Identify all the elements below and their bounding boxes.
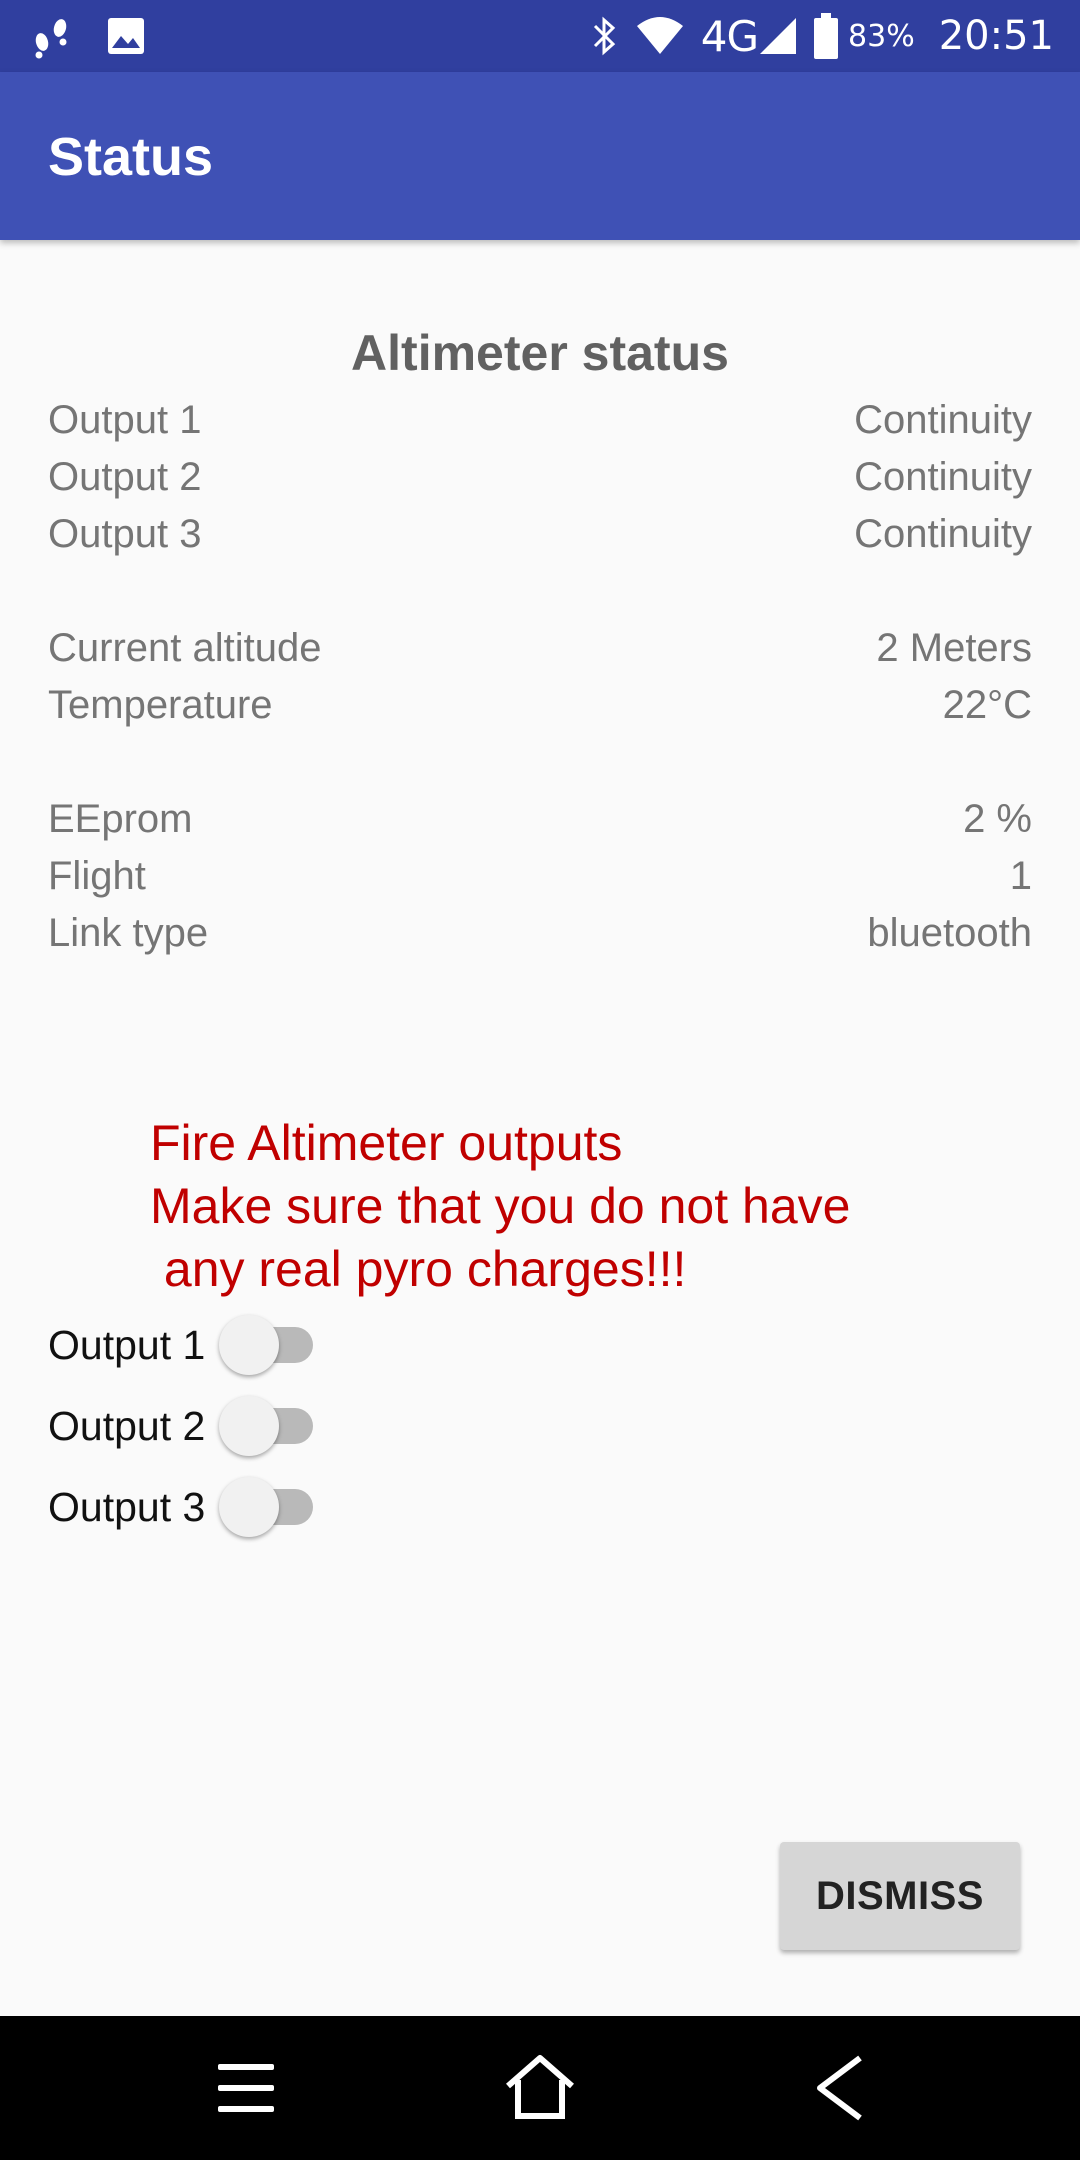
switch-label: Output 2 <box>48 1402 206 1449</box>
altimeter-status-heading: Altimeter status <box>351 325 729 381</box>
navigation-bar <box>0 2016 1080 2160</box>
warning-line: Make sure that you do not have <box>150 1178 851 1234</box>
status-row-output-1: Output 1 Continuity <box>48 398 1032 454</box>
switch-row-output-2: Output 2 <box>48 1394 319 1458</box>
row-value: bluetooth <box>867 911 1032 955</box>
home-icon[interactable] <box>500 2052 580 2124</box>
switch-thumb <box>219 1396 280 1456</box>
row-label: Output 2 <box>48 455 202 499</box>
battery-percent: 83% <box>848 18 915 54</box>
row-value: 2 % <box>963 797 1032 841</box>
page-title: Status <box>48 127 214 187</box>
switch-row-output-1: Output 1 <box>48 1313 319 1377</box>
status-row-temperature: Temperature 22°C <box>48 683 1032 739</box>
switch-label: Output 3 <box>48 1483 206 1530</box>
network-type: 4G <box>700 11 759 61</box>
status-row-eeprom: EEprom 2 % <box>48 797 1032 853</box>
menu-icon[interactable] <box>206 2052 286 2124</box>
image-icon <box>106 16 146 61</box>
switch-thumb <box>219 1477 280 1537</box>
row-label: Output 3 <box>48 512 202 556</box>
clock: 20:51 <box>938 13 1054 59</box>
dismiss-button[interactable]: DISMISS <box>780 1842 1020 1950</box>
row-value: Continuity <box>854 512 1032 556</box>
row-value: 1 <box>1009 854 1032 898</box>
switch-row-output-3: Output 3 <box>48 1475 319 1539</box>
wifi-icon <box>635 16 685 56</box>
row-label: Temperature <box>48 683 273 727</box>
row-label: Flight <box>48 854 146 898</box>
app-bar: Status <box>0 72 1080 240</box>
row-value: 2 Meters <box>876 626 1032 670</box>
status-row-output-2: Output 2 Continuity <box>48 455 1032 511</box>
status-row-output-3: Output 3 Continuity <box>48 512 1032 568</box>
output-2-switch[interactable] <box>219 1394 319 1458</box>
status-row-link-type: Link type bluetooth <box>48 911 1032 967</box>
warning-line: any real pyro charges!!! <box>150 1241 687 1297</box>
status-bar: 4G 83% 20:51 <box>0 0 1080 72</box>
battery-icon <box>814 13 839 59</box>
output-1-switch[interactable] <box>219 1313 319 1377</box>
status-row-current-altitude: Current altitude 2 Meters <box>48 626 1032 682</box>
row-label: Link type <box>48 911 209 955</box>
switch-label: Output 1 <box>48 1321 206 1368</box>
fire-warning-text: Fire Altimeter outputs Make sure that yo… <box>150 1112 1030 1301</box>
row-value: 22°C <box>942 683 1032 727</box>
output-3-switch[interactable] <box>219 1475 319 1539</box>
row-label: EEprom <box>48 797 193 841</box>
warning-line: Fire Altimeter outputs <box>150 1115 623 1171</box>
row-value: Continuity <box>854 398 1032 442</box>
status-row-flight: Flight 1 <box>48 854 1032 910</box>
row-label: Output 1 <box>48 398 202 442</box>
row-value: Continuity <box>854 455 1032 499</box>
signal-icon <box>758 16 798 56</box>
row-label: Current altitude <box>48 626 322 670</box>
switch-thumb <box>219 1315 280 1375</box>
back-icon[interactable] <box>800 2052 880 2124</box>
bluetooth-icon <box>591 14 619 58</box>
footsteps-icon <box>32 12 72 65</box>
